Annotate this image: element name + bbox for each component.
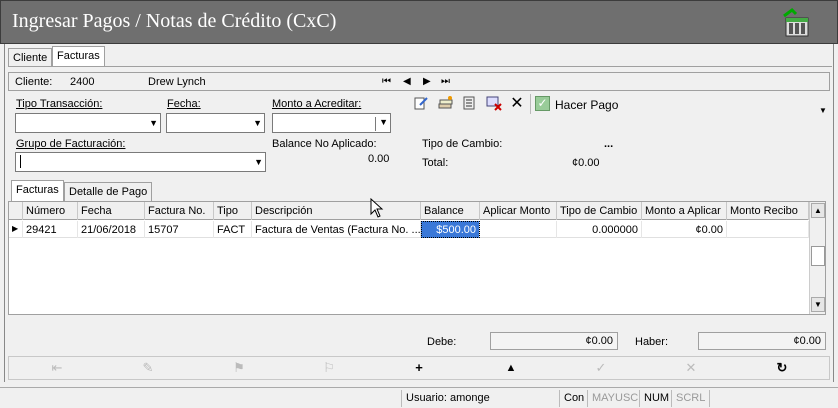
scroll-up-icon[interactable]: ▲ (811, 203, 825, 218)
status-scrl: SCRL (672, 390, 710, 407)
table-row[interactable]: ▶ 29421 21/06/2018 15707 FACT Factura de… (9, 221, 809, 238)
balance-no-aplicado-value: 0.00 (368, 153, 390, 165)
tab-divider (8, 66, 832, 67)
refresh-button[interactable]: ↻ (742, 357, 822, 379)
tab-facturas-grid[interactable]: Facturas (11, 180, 64, 201)
column-header[interactable]: Aplicar Monto (480, 202, 557, 220)
hacer-pago-button[interactable]: Hacer Pago (555, 98, 618, 112)
flag-alt-button[interactable]: ⚐ (289, 357, 369, 379)
stack-icon[interactable] (436, 95, 454, 113)
column-header[interactable]: Monto Recibo (727, 202, 809, 220)
balance-no-aplicado-label: Balance No Aplicado: (272, 138, 377, 150)
cell-descripcion[interactable]: Factura de Ventas (Factura No. ... (252, 221, 421, 238)
invoice-grid: Número Fecha Factura No. Tipo Descripció… (8, 201, 826, 315)
tab-facturas[interactable]: Facturas (52, 46, 105, 67)
chevron-down-icon: ▼ (254, 157, 263, 167)
haber-label: Haber: (635, 336, 669, 348)
cell-factura[interactable]: 15707 (145, 221, 214, 238)
prev-record-icon[interactable]: ◀ (403, 76, 411, 87)
tab-detalle-pago[interactable]: Detalle de Pago (64, 182, 153, 201)
cell-tipo[interactable]: FACT (214, 221, 252, 238)
cell-monto-aplicar[interactable]: ¢0.00 (642, 221, 727, 238)
first-record-icon[interactable]: ⏮ (382, 76, 391, 87)
status-bar: Usuario: amonge Con MAYUSC NUM SCRL (0, 387, 838, 408)
debe-label: Debe: (427, 336, 457, 348)
monto-acreditar-input[interactable]: ▼ (272, 113, 391, 133)
column-header[interactable]: Tipo (214, 202, 252, 220)
add-button[interactable]: + (379, 357, 459, 379)
total-label: Total: (422, 157, 449, 169)
column-header[interactable]: Factura No. (145, 202, 214, 220)
mouse-cursor-icon (370, 197, 384, 221)
tipo-transaccion-label: Tipo Transacción: (16, 98, 103, 110)
edit-record-button[interactable]: ✎ (108, 357, 188, 379)
row-pointer-icon: ▶ (9, 221, 23, 238)
check-icon[interactable]: ✓ (535, 96, 550, 111)
column-header[interactable]: Balance (421, 202, 480, 220)
scroll-thumb[interactable] (811, 246, 825, 266)
delete-grid-icon[interactable] (485, 95, 503, 113)
cell-monto-recibo[interactable] (727, 221, 809, 238)
cell-fecha[interactable]: 21/06/2018 (78, 221, 145, 238)
cancel-button[interactable]: ✕ (651, 357, 731, 379)
toolbar-separator (530, 94, 531, 114)
customer-label: Cliente: (15, 76, 53, 88)
flag-button[interactable]: ⚑ (199, 357, 279, 379)
check-button[interactable]: ✓ (561, 357, 641, 379)
grid-header: Número Fecha Factura No. Tipo Descripció… (9, 202, 809, 220)
last-record-icon[interactable]: ⏭ (441, 76, 450, 87)
customer-code: 2400 (70, 76, 95, 88)
next-record-icon[interactable]: ▶ (423, 76, 431, 87)
haber-value: ¢0.00 (698, 332, 826, 350)
bottom-toolbar: ⇤ ✎ ⚑ ⚐ + ▲ ✓ ✕ ↻ (8, 356, 830, 380)
toolbar-overflow-icon[interactable]: ▼ (819, 106, 827, 115)
cell-balance[interactable]: $500.00 (421, 221, 480, 238)
window-title: Ingresar Pagos / Notas de Crédito (CxC) (12, 10, 337, 32)
cell-tipo-cambio[interactable]: 0.000000 (557, 221, 642, 238)
status-con: Con (560, 390, 588, 407)
store-icon (780, 8, 812, 38)
column-header[interactable]: Descripción (252, 202, 421, 220)
chevron-down-icon: ▼ (149, 118, 158, 128)
column-header[interactable]: Fecha (78, 202, 145, 220)
tab-cliente[interactable]: Cliente (8, 48, 53, 67)
chevron-down-icon: ▼ (253, 118, 262, 128)
list-icon[interactable] (460, 95, 478, 113)
scroll-down-icon[interactable]: ▼ (811, 297, 825, 312)
grupo-facturacion-label: Grupo de Facturación: (16, 138, 126, 150)
fecha-select[interactable]: ▼ (166, 113, 265, 133)
row-selector-header (9, 202, 23, 220)
column-header[interactable]: Tipo de Cambio (557, 202, 642, 220)
customer-name: Drew Lynch (148, 76, 206, 88)
total-value: ¢0.00 (572, 157, 600, 169)
text-caret (20, 155, 21, 168)
tipo-cambio-label: Tipo de Cambio: (422, 138, 503, 150)
tipo-cambio-value: ... (604, 138, 614, 150)
cell-numero[interactable]: 29421 (23, 221, 78, 238)
status-mayusc: MAYUSC (588, 390, 640, 407)
customer-bar (8, 72, 830, 91)
edit-icon[interactable] (412, 95, 430, 113)
column-header[interactable]: Monto a Aplicar (642, 202, 727, 220)
fecha-label: Fecha: (167, 98, 201, 110)
debe-value: ¢0.00 (490, 332, 618, 350)
monto-acreditar-label: Monto a Acreditar: (272, 98, 362, 110)
status-user: Usuario: amonge (402, 390, 560, 407)
close-icon[interactable]: ✕ (508, 95, 526, 113)
status-panel-empty (0, 390, 402, 407)
grupo-facturacion-select[interactable]: ▼ (15, 152, 266, 172)
chevron-down-icon[interactable]: ▼ (375, 117, 388, 131)
status-num: NUM (640, 390, 672, 407)
up-button[interactable]: ▲ (471, 357, 551, 379)
tipo-transaccion-select[interactable]: ▼ (15, 113, 161, 133)
cell-aplicar-monto[interactable] (480, 221, 557, 238)
column-header[interactable]: Número (23, 202, 78, 220)
first-record-button[interactable]: ⇤ (17, 357, 97, 379)
vertical-scrollbar[interactable]: ▲ ▼ (809, 202, 825, 314)
